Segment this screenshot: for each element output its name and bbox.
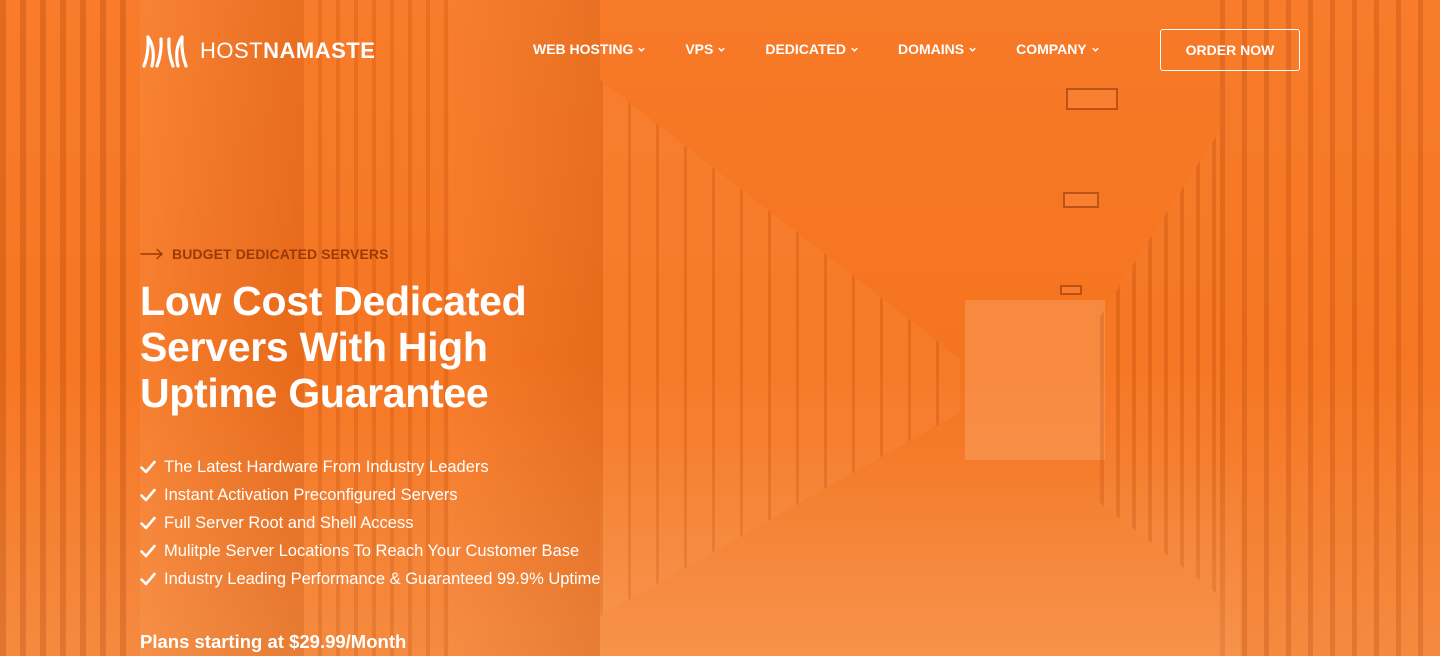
main-menu: WEB HOSTING VPS DEDICATED DOMAINS COMPAN…: [533, 41, 1100, 57]
nav-vps[interactable]: VPS: [685, 41, 726, 57]
exit-sign: [1060, 285, 1082, 295]
pricing-prefix: Plans starting at: [140, 631, 284, 652]
pricing-line: Plans starting at $29.99/Month: [140, 631, 760, 653]
feature-text: Mulitple Server Locations To Reach Your …: [164, 541, 580, 560]
navbar: HOSTNAMASTE WEB HOSTING VPS DEDICATED DO…: [0, 0, 1440, 100]
headline-line: Uptime Guarantee: [140, 370, 489, 416]
feature-item: Instant Activation Preconfigured Servers: [140, 481, 760, 509]
hero-headline: Low Cost Dedicated Servers With High Upt…: [140, 278, 760, 416]
logo[interactable]: HOSTNAMASTE: [140, 33, 375, 69]
pricing-value: $29.99/Month: [289, 631, 407, 652]
feature-item: Mulitple Server Locations To Reach Your …: [140, 537, 760, 565]
order-now-button[interactable]: ORDER NOW: [1160, 29, 1300, 71]
nav-company[interactable]: COMPANY: [1016, 41, 1100, 57]
check-icon: [140, 488, 156, 502]
headline-line: Low Cost Dedicated: [140, 278, 527, 324]
logo-namaste-text: NAMASTE: [263, 38, 376, 63]
check-icon: [140, 544, 156, 558]
corridor-end-wall: [965, 300, 1105, 460]
nav-vps-label: VPS: [685, 41, 714, 57]
hero-eyebrow-text: BUDGET DEDICATED SERVERS: [172, 246, 389, 262]
check-icon: [140, 516, 156, 530]
feature-item: Industry Leading Performance & Guarantee…: [140, 565, 760, 593]
chevron-down-icon: [1091, 47, 1099, 52]
hero-eyebrow: BUDGET DEDICATED SERVERS: [140, 244, 760, 264]
nav-dedicated[interactable]: DEDICATED: [765, 41, 859, 57]
hero-content: BUDGET DEDICATED SERVERS Low Cost Dedica…: [140, 244, 760, 653]
feature-text: Industry Leading Performance & Guarantee…: [164, 569, 601, 588]
exit-sign: [1063, 192, 1099, 208]
chevron-down-icon: [638, 47, 646, 52]
check-icon: [140, 572, 156, 586]
logo-host-text: HOST: [200, 38, 264, 63]
nav-web-hosting-label: WEB HOSTING: [533, 41, 634, 57]
nav-dedicated-label: DEDICATED: [765, 41, 846, 57]
headline-line: Servers With High: [140, 324, 488, 370]
logo-wordmark: HOSTNAMASTE: [200, 38, 375, 64]
chevron-down-icon: [851, 47, 858, 52]
check-icon: [140, 460, 156, 474]
namaste-hands-icon: [142, 35, 188, 68]
feature-item: Full Server Root and Shell Access: [140, 509, 760, 537]
feature-text: Instant Activation Preconfigured Servers: [164, 485, 458, 504]
nav-domains[interactable]: DOMAINS: [898, 41, 977, 57]
chevron-down-icon: [969, 47, 976, 52]
feature-list: The Latest Hardware From Industry Leader…: [140, 453, 760, 593]
nav-domains-label: DOMAINS: [898, 41, 965, 57]
chevron-down-icon: [718, 47, 726, 52]
nav-company-label: COMPANY: [1016, 41, 1087, 57]
arrow-right-icon: [140, 248, 163, 260]
feature-text: Full Server Root and Shell Access: [164, 513, 414, 532]
nav-web-hosting[interactable]: WEB HOSTING: [533, 41, 646, 57]
feature-item: The Latest Hardware From Industry Leader…: [140, 453, 760, 481]
feature-text: The Latest Hardware From Industry Leader…: [164, 457, 489, 476]
